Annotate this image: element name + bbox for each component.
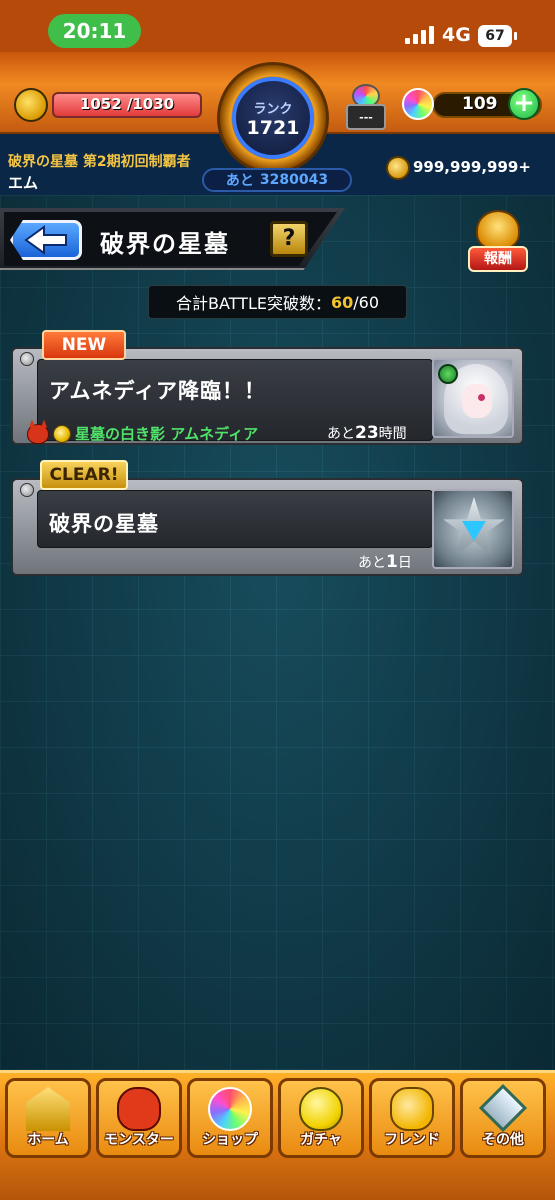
exp-prefix: あと [225,173,254,189]
light-element-icon [53,424,71,443]
remaining-value: 23 [355,423,379,443]
luck-value: --- [346,104,386,130]
summary-current: 60 [330,292,354,312]
stamina-text: 1052 /1030 [54,95,200,113]
player-name: エム [8,174,39,192]
friends-icon [390,1087,434,1131]
summary-label: 合計BATTLE突破数： [176,294,331,313]
monster-icon [117,1087,161,1131]
orb-icon [402,88,434,120]
quest-card[interactable]: 破界の星墓 あと1日 [11,478,524,576]
remaining-prefix: あと [327,426,355,442]
card-pin-icon [20,483,34,497]
exp-remaining: あと 3280043 [202,168,352,192]
nav-label: ショップ [202,1132,258,1148]
nav-other[interactable]: その他 [460,1078,546,1158]
page-title: 破界の星墓 [100,230,230,258]
coin-icon [386,156,410,180]
back-arrow-icon[interactable] [22,225,72,255]
clear-badge: CLEAR! [40,460,128,490]
quest-remaining: あと1日 [358,552,412,572]
quest-card[interactable]: アムネディア降臨！！ 星墓の白き影 アムネディア あと23時間 [11,347,524,445]
nav-label: フレンド [384,1132,440,1148]
nav-home[interactable]: ホーム [5,1078,91,1158]
reward-emblem-icon [476,210,520,250]
player-title: 破界の星墓 第2期初回制覇者 [8,154,191,170]
quest-name: アムネディア降臨！！ [49,379,267,403]
remaining-unit: 時間 [378,426,407,442]
add-orbs-button[interactable]: + [508,88,540,120]
nav-label: ガチャ [300,1132,342,1148]
stamina-bar[interactable]: 1052 /1030 [52,92,202,118]
stamina-icon[interactable] [14,88,48,122]
summary-total: /60 [353,292,379,312]
new-badge: NEW [42,330,126,360]
coin-value: 999,999,999+ [413,158,531,176]
battery-icon: 67 [478,25,517,47]
quest-remaining: あと23時間 [327,423,407,443]
home-icon [26,1087,70,1131]
remaining-prefix: あと [358,555,386,571]
silver-star-icon [432,489,514,569]
quest-name: 破界の星墓 [49,512,159,536]
status-time: 20:11 [48,14,141,48]
nav-friend[interactable]: フレンド [369,1078,455,1158]
nav-label: その他 [482,1132,524,1148]
stamina-max: /1030 [126,95,175,113]
reward-button[interactable]: 報酬 [468,210,528,274]
rank-value: 1721 [246,116,300,139]
background-grid [0,195,555,1070]
amnedia-portrait-icon [432,358,514,438]
signal-icon [405,26,434,44]
nav-shop[interactable]: ショップ [187,1078,273,1158]
help-button[interactable]: ? [270,221,308,257]
demon-icon [27,423,49,444]
rank-label: ランク [253,101,293,117]
rank-badge[interactable]: ランク 1721 [232,77,314,159]
gacha-egg-icon [299,1087,343,1131]
nav-monster[interactable]: モンスター [96,1078,182,1158]
boss-name: 星墓の白き影 アムネディア [75,425,259,443]
nav-label: ホーム [27,1132,69,1148]
network-type: 4G [442,24,471,46]
orb-count: 109 [462,94,498,114]
nav-label: モンスター [104,1132,174,1148]
card-pin-icon [20,352,34,366]
exp-value: 3280043 [259,172,329,188]
luck-item-icon[interactable]: --- [346,84,386,130]
orb-icon [208,1087,252,1131]
stamina-current: 1052 [79,95,122,113]
remaining-unit: 日 [397,555,412,571]
remaining-value: 1 [386,552,398,572]
nav-gacha[interactable]: ガチャ [278,1078,364,1158]
status-bar: 20:11 4G 67 [0,0,555,52]
boss-info: 星墓の白き影 アムネディア [27,423,258,444]
battle-summary: 合計BATTLE突破数： 60 /60 [148,285,407,319]
other-icon [478,1083,528,1133]
reward-label: 報酬 [468,246,528,272]
